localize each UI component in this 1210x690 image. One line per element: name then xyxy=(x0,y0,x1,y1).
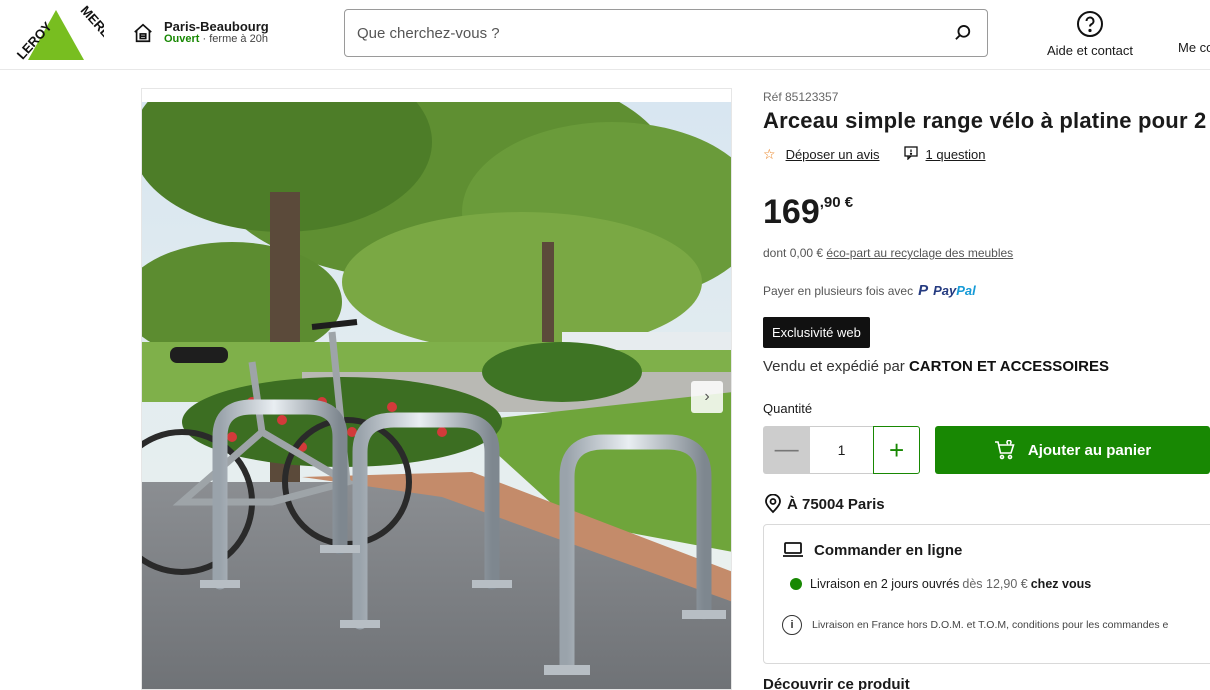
eco-prefix: dont 0,00 € xyxy=(763,246,824,260)
discover-product-heading: Découvrir ce produit xyxy=(763,676,910,690)
delivery-note-text: Livraison en France hors D.O.M. et T.O.M… xyxy=(812,619,1169,631)
review-row: ☆ Déposer un avis 1 question xyxy=(763,146,1210,163)
delivery-price: dès 12,90 € xyxy=(962,577,1028,591)
quantity-increase-button[interactable]: + xyxy=(872,426,921,474)
search-button[interactable] xyxy=(939,10,987,56)
add-to-cart-button[interactable]: Ajouter au panier xyxy=(935,426,1210,474)
product-info: Réf 85123357 Arceau simple range vélo à … xyxy=(763,90,1210,664)
location-icon xyxy=(765,494,781,514)
store-icon xyxy=(134,23,152,43)
product-ref: Réf 85123357 xyxy=(763,90,839,104)
leroy-merlin-logo[interactable]: LEROY MERLIN xyxy=(8,3,123,64)
paypal-icon: P xyxy=(918,282,929,299)
price-decimals: ,90 € xyxy=(819,194,854,211)
paypal-pal: Pal xyxy=(956,283,976,298)
price-integer: 169 xyxy=(763,193,820,231)
info-icon[interactable]: i xyxy=(782,615,802,635)
seller-info: Vendu et expédié par CARTON ET ACCESSOIR… xyxy=(763,358,1210,375)
paypal-text: Payer en plusieurs fois avec xyxy=(763,283,914,298)
store-name: Paris-Beaubourg xyxy=(164,19,269,34)
account-link[interactable]: Me co xyxy=(1178,40,1210,55)
star-icon: ☆ xyxy=(763,146,776,162)
plus-icon: + xyxy=(888,434,905,465)
delivery-heading-row: Commander en ligne xyxy=(782,541,1204,559)
quantity-label: Quantité xyxy=(763,401,813,416)
eco-participation: dont 0,00 € éco-part au recyclage des me… xyxy=(763,246,1210,260)
delivery-location[interactable]: À 75004 Paris xyxy=(763,494,1210,514)
seller-name[interactable]: CARTON ET ACCESSOIRES xyxy=(909,358,1109,375)
home-delivery-line: Livraison en 2 jours ouvrés dès 12,90 € … xyxy=(782,577,1204,591)
store-status: Ouvert · ferme à 20h xyxy=(164,33,269,46)
availability-dot-icon xyxy=(790,578,802,590)
add-to-cart-label: Ajouter au panier xyxy=(1027,441,1152,459)
minus-icon: — xyxy=(774,436,799,463)
store-selector[interactable]: Paris-Beaubourg Ouvert · ferme à 20h xyxy=(132,20,269,46)
quantity-input[interactable]: 1 xyxy=(810,426,873,474)
search-bar xyxy=(344,9,988,57)
eco-link[interactable]: éco-part au recyclage des meubles xyxy=(826,246,1013,260)
product-title: Arceau simple range vélo à platine pour … xyxy=(763,108,1210,133)
quantity-decrease-button[interactable]: — xyxy=(763,426,811,474)
product-photo xyxy=(142,102,731,689)
web-exclusive-badge: Exclusivité web xyxy=(763,317,870,348)
paypal-logo: PayPal xyxy=(933,283,976,298)
help-label: Aide et contact xyxy=(1047,43,1133,58)
location-label: À 75004 Paris xyxy=(787,495,885,513)
delivery-where: chez vous xyxy=(1030,577,1092,591)
search-input[interactable] xyxy=(345,10,939,56)
store-hours: · ferme à 20h xyxy=(202,33,268,45)
delivery-options-card: Commander en ligne Livraison en 2 jours … xyxy=(763,524,1210,664)
search-icon xyxy=(955,25,971,40)
delivery-note: i Livraison en France hors D.O.M. et T.O… xyxy=(782,615,1204,635)
add-review-link[interactable]: Déposer un avis xyxy=(786,147,880,162)
delivery-heading: Commander en ligne xyxy=(814,541,963,559)
questions-link[interactable]: 1 question xyxy=(926,147,986,162)
paypal-pay: Pay xyxy=(933,283,957,298)
help-icon xyxy=(1077,11,1103,37)
site-header: LEROY MERLIN Paris-Beaubourg Ouvert · fe… xyxy=(0,0,1210,70)
brand-text-right: MERLIN xyxy=(78,4,104,50)
help-contact-link[interactable]: Aide et contact xyxy=(1038,10,1142,58)
quantity-row: — 1 + Ajouter au panier xyxy=(763,426,1210,474)
delivery-main: Livraison en 2 jours ouvrés xyxy=(810,577,960,591)
chevron-right-icon: › xyxy=(704,388,710,405)
product-price: 169,90 € xyxy=(763,183,1210,232)
paypal-installments: Payer en plusieurs fois avec P PayPal xyxy=(763,282,1210,299)
product-gallery: › xyxy=(141,88,732,690)
cart-icon xyxy=(994,440,1015,460)
gallery-next-button[interactable]: › xyxy=(691,381,723,413)
laptop-icon xyxy=(783,542,803,557)
question-icon xyxy=(903,146,918,163)
store-open-label: Ouvert xyxy=(164,33,200,45)
seller-prefix: Vendu et expédié par xyxy=(763,358,905,375)
